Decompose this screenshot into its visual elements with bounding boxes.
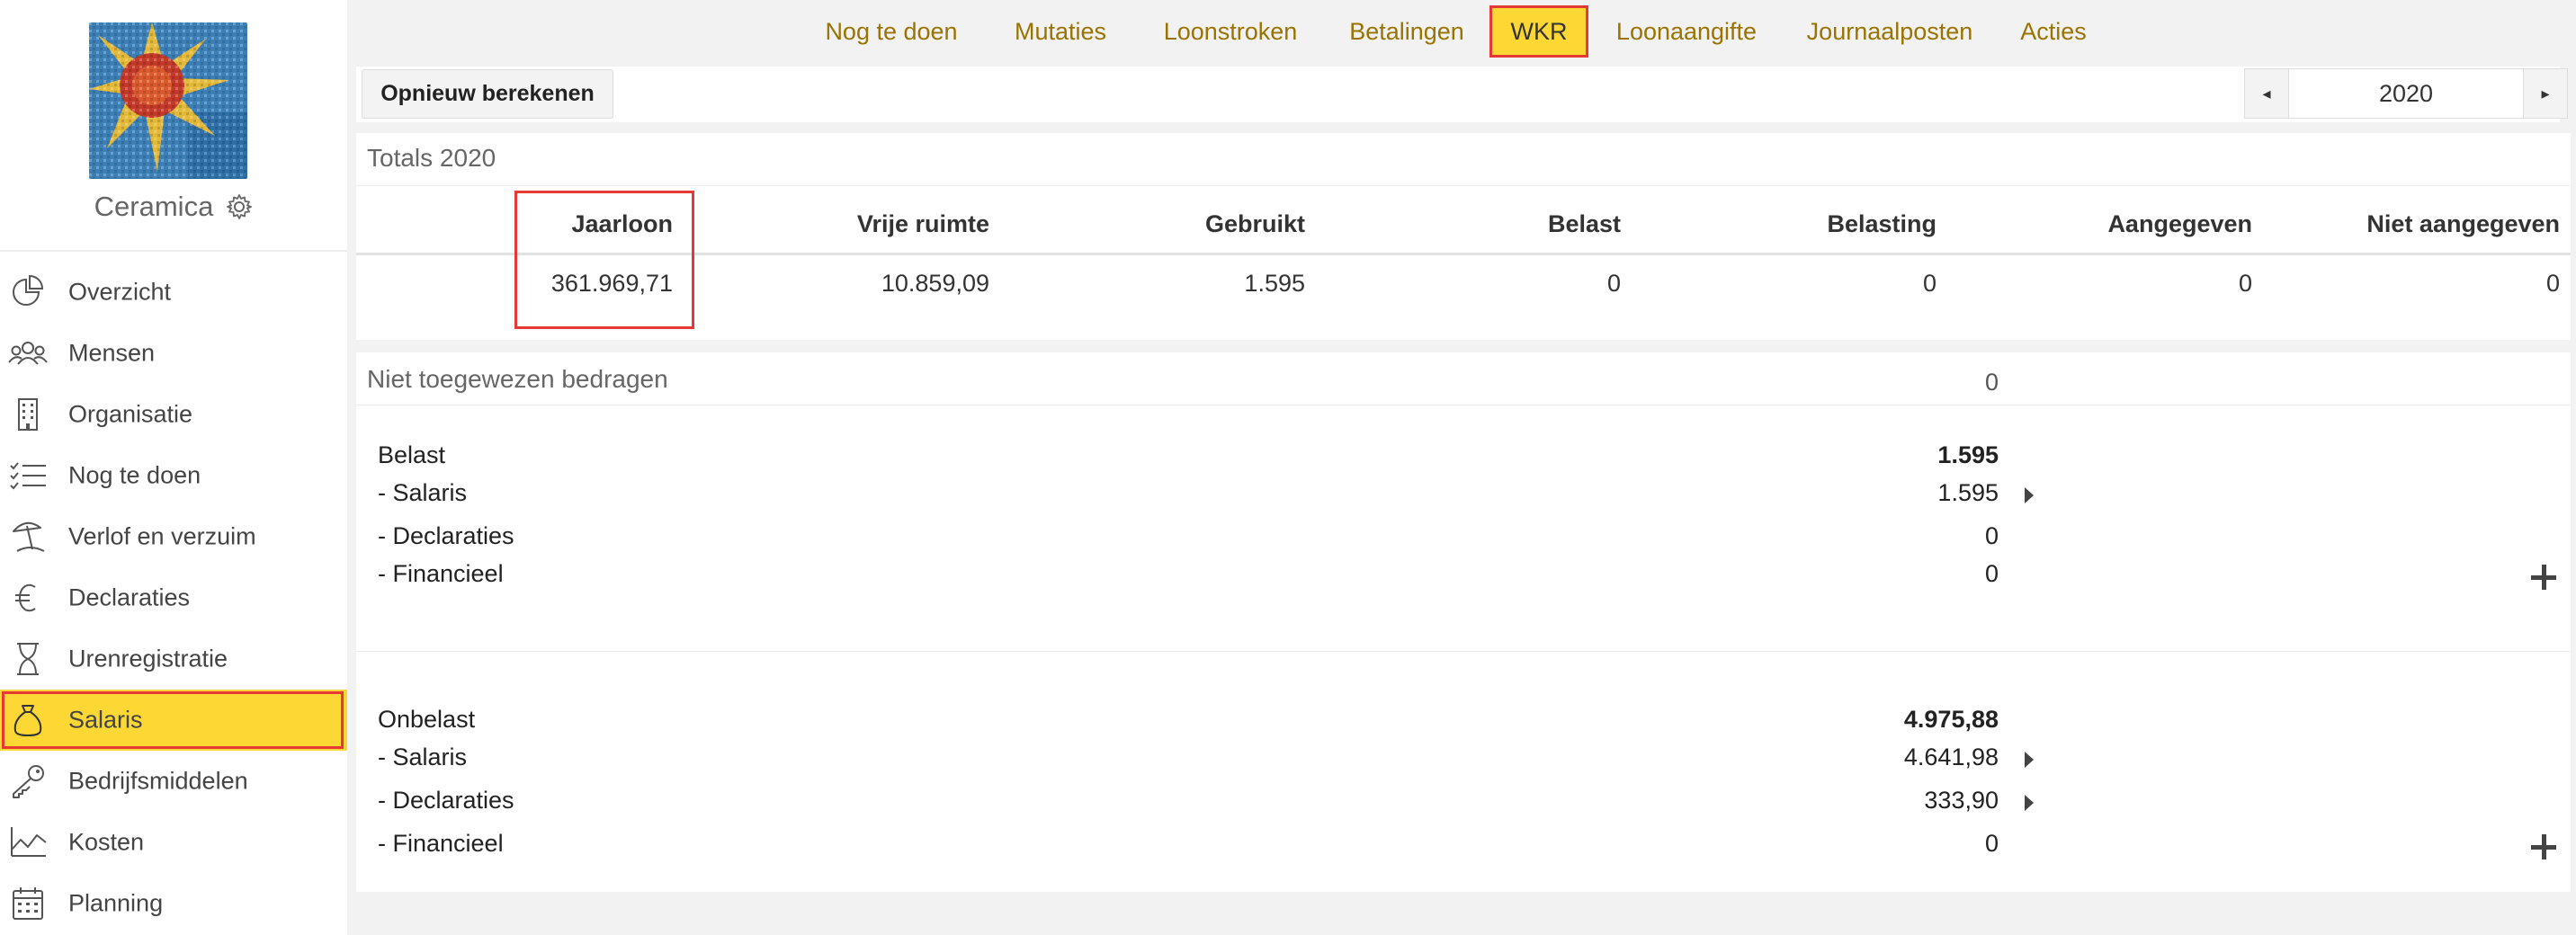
value-vrije-ruimte: 10.859,09	[881, 270, 989, 297]
next-year-button[interactable]: ▸	[2524, 69, 2567, 118]
toolbar: Opnieuw berekenen ◂ 2020 ▸	[356, 67, 2568, 122]
totals-panel: Totals 2020 Jaarloon Vrije ruimte Gebrui…	[356, 133, 2571, 340]
unassigned-value: 0	[1984, 369, 1999, 396]
column-header-belasting: Belasting	[1827, 210, 1936, 237]
tab-acties[interactable]: Acties	[2015, 5, 2092, 58]
divider	[356, 185, 2571, 186]
add-belast-button[interactable]	[2531, 565, 2556, 590]
value-gebruikt: 1.595	[1244, 270, 1305, 297]
onbelast-declaraties-label: - Declaraties	[378, 787, 514, 814]
euro-icon	[15, 583, 36, 612]
people-icon	[8, 342, 48, 365]
sidebar-item-nog-te-doen[interactable]: Nog te doen	[0, 445, 347, 506]
year-value[interactable]: 2020	[2288, 69, 2524, 118]
column-header-belast: Belast	[1547, 210, 1621, 237]
company-logo	[89, 22, 247, 179]
tab-bar: Nog te doen Mutaties Loonstroken Betalin…	[347, 0, 2576, 63]
main-content: Nog te doen Mutaties Loonstroken Betalin…	[347, 0, 2576, 935]
sidebar-item-kosten[interactable]: Kosten	[0, 812, 347, 873]
onbelast-salaris-label: - Salaris	[378, 744, 468, 770]
calendar-icon	[13, 887, 43, 920]
sidebar-item-mensen[interactable]: Mensen	[0, 323, 347, 384]
expand-arrow-icon[interactable]	[2025, 795, 2034, 811]
key-icon	[13, 765, 44, 798]
expand-arrow-icon[interactable]	[2025, 752, 2034, 768]
recalculate-button[interactable]: Opnieuw berekenen	[362, 69, 613, 119]
tab-journaalposten[interactable]: Journaalposten	[1799, 5, 1981, 58]
belast-salaris-value: 1.595	[1937, 479, 1999, 506]
onbelast-financieel-value: 0	[1984, 830, 1999, 857]
money-bag-icon	[13, 705, 42, 737]
column-header-aangegeven: Aangegeven	[2107, 210, 2252, 237]
onbelast-salaris-value: 4.641,98	[1903, 744, 1999, 770]
belast-declaraties-label: - Declaraties	[378, 522, 514, 549]
column-header-niet-aangegeven: Niet aangegeven	[2366, 210, 2560, 237]
belast-financieel-value: 0	[1984, 560, 1999, 587]
highlight-box	[2, 691, 344, 749]
column-header-gebruikt: Gebruikt	[1204, 210, 1305, 237]
gear-icon[interactable]	[226, 193, 253, 220]
sidebar-item-planning[interactable]: Planning	[0, 873, 347, 934]
previous-year-button[interactable]: ◂	[2245, 69, 2288, 118]
onbelast-total: 4.975,88	[1903, 706, 1999, 733]
onbelast-financieel-label: - Financieel	[378, 830, 504, 857]
belast-total: 1.595	[1937, 441, 1999, 468]
tab-loonstroken[interactable]: Loonstroken	[1158, 5, 1302, 58]
value-niet-aangegeven: 0	[2545, 270, 2560, 297]
building-icon	[18, 398, 38, 431]
sidebar-item-declaraties[interactable]: Declaraties	[0, 567, 347, 628]
add-onbelast-button[interactable]	[2531, 834, 2556, 859]
tab-loonaangifte[interactable]: Loonaangifte	[1610, 5, 1763, 58]
unassigned-title: Niet toegewezen bedragen	[367, 365, 668, 393]
belast-declaraties-value: 0	[1984, 522, 1999, 549]
sidebar-item-overzicht[interactable]: Overzicht	[0, 262, 347, 323]
company-header: Ceramica	[0, 191, 347, 223]
value-aangegeven: 0	[2238, 270, 2252, 297]
onbelast-label: Onbelast	[378, 706, 476, 733]
checklist-icon	[10, 462, 46, 490]
pie-chart-icon	[13, 274, 44, 306]
year-picker: ◂ 2020 ▸	[2244, 68, 2568, 119]
unassigned-panel: Niet toegewezen bedragen 0 Belast 1.595 …	[356, 352, 2571, 892]
belast-salaris-label: - Salaris	[378, 479, 468, 506]
tab-nog-te-doen[interactable]: Nog te doen	[824, 5, 959, 58]
divider	[356, 651, 2571, 652]
column-header-vrije-ruimte: Vrije ruimte	[856, 210, 989, 237]
totals-title: Totals 2020	[367, 144, 496, 172]
sidebar-item-urenregistratie[interactable]: Urenregistratie	[0, 628, 347, 690]
sidebar-divider	[0, 250, 347, 252]
hourglass-icon	[17, 643, 39, 675]
tab-mutaties[interactable]: Mutaties	[1009, 5, 1112, 58]
sidebar-item-salaris[interactable]: Salaris	[0, 690, 347, 751]
highlight-box	[514, 191, 694, 329]
expand-arrow-icon[interactable]	[2025, 487, 2034, 503]
sidebar-item-bedrijfsmiddelen[interactable]: Bedrijfsmiddelen	[0, 751, 347, 812]
tab-wkr[interactable]: WKR	[1489, 5, 1588, 58]
sidebar-item-organisatie[interactable]: Organisatie	[0, 384, 347, 445]
beach-umbrella-icon	[13, 521, 45, 552]
sidebar: Ceramica Overzicht Mensen Organisatie No…	[0, 0, 347, 935]
belast-financieel-label: - Financieel	[378, 560, 504, 587]
value-belasting: 0	[1922, 270, 1936, 297]
onbelast-declaraties-value: 333,90	[1924, 787, 1999, 814]
belast-label: Belast	[378, 441, 446, 468]
area-chart-icon	[11, 827, 47, 857]
company-name: Ceramica	[94, 191, 214, 222]
sidebar-item-verlof-en-verzuim[interactable]: Verlof en verzuim	[0, 506, 347, 567]
tab-betalingen[interactable]: Betalingen	[1344, 5, 1470, 58]
value-belast: 0	[1606, 270, 1621, 297]
